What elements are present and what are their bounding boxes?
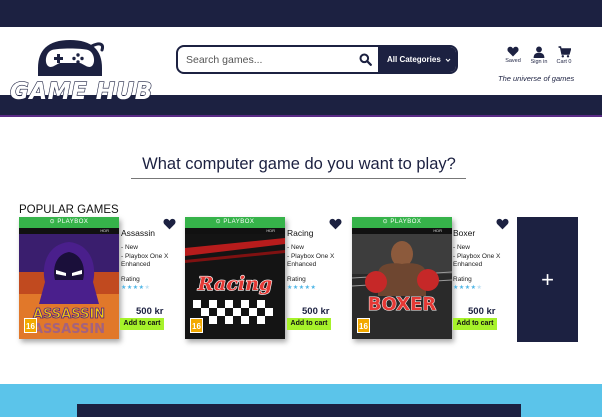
sign-in-button[interactable]: Sign in — [527, 46, 551, 65]
platform-banner: ⊙ PLAYBOX — [352, 217, 452, 228]
rating-stars: ★★★★★ — [453, 284, 483, 291]
search-button[interactable] — [352, 47, 378, 72]
cart-icon — [558, 46, 571, 58]
sign-in-label: Sign in — [530, 59, 548, 65]
platform-label: PLAYBOX — [57, 219, 89, 225]
tagline: The universe of games — [498, 74, 575, 83]
age-rating-badge: 16 — [24, 318, 37, 333]
logo-text: GAME HUB — [9, 78, 153, 105]
rating-label: Rating — [121, 275, 140, 283]
boxer-cover-title: BOXER — [368, 294, 437, 315]
chevron-down-icon — [445, 58, 451, 62]
rating-label: Rating — [453, 275, 472, 283]
game-detail: - Playbox One X — [287, 252, 335, 260]
game-cover-boxer[interactable]: ⊙ PLAYBOX HDR BOXER 16 — [352, 217, 452, 339]
category-select[interactable]: All Categories — [378, 47, 456, 72]
add-to-cart-button[interactable]: Add to cart — [287, 318, 331, 330]
search-bar: All Categories — [176, 45, 458, 74]
game-cover-assassin[interactable]: ⊙ PLAYBOX HDR ASSASSIN ASSASSIN 16 — [19, 217, 119, 339]
game-info-boxer: Boxer - New - Playbox One X Enhanced Rat… — [453, 228, 513, 291]
saved-button[interactable]: Saved — [501, 46, 525, 64]
section-title: POPULAR GAMES — [19, 204, 119, 216]
age-rating-badge: 16 — [357, 318, 370, 333]
game-detail: - New — [453, 244, 470, 251]
game-detail: Enhanced — [121, 261, 151, 268]
favorite-heart-icon[interactable] — [163, 218, 176, 230]
game-detail: - New — [121, 244, 138, 251]
user-icon — [533, 46, 545, 58]
top-bar — [0, 0, 602, 27]
search-input[interactable] — [178, 47, 352, 72]
game-detail: - New — [287, 244, 304, 251]
game-info-racing: Racing - New - Playbox One X Enhanced Ra… — [287, 228, 347, 291]
rating-stars: ★★★★★ — [121, 284, 151, 291]
game-info-assassin: Assassin - New - Playbox One X Enhanced … — [121, 228, 181, 291]
game-price: 500 kr — [136, 306, 164, 317]
add-to-cart-button[interactable]: Add to cart — [120, 318, 164, 330]
show-more-button[interactable]: + — [517, 217, 578, 342]
platform-banner: ⊙ PLAYBOX — [19, 217, 119, 228]
assassin-cover-title: ASSASSIN — [33, 307, 105, 322]
assassin-cover-shadow: ASSASSIN — [33, 322, 105, 337]
game-price: 500 kr — [468, 306, 496, 317]
cart-button[interactable]: Cart 0 — [552, 46, 576, 65]
heart-icon — [507, 46, 519, 57]
platform-label: PLAYBOX — [223, 219, 255, 225]
search-icon — [359, 53, 372, 66]
divider — [131, 178, 466, 179]
footer-panel — [77, 404, 521, 417]
game-detail: Enhanced — [453, 261, 483, 268]
platform-banner: ⊙ PLAYBOX — [185, 217, 285, 228]
saved-label: Saved — [505, 58, 521, 64]
page-question: What computer game do you want to play? — [142, 155, 456, 173]
favorite-heart-icon[interactable] — [329, 218, 342, 230]
cart-label: Cart 0 — [556, 59, 572, 65]
category-select-label: All Categories — [387, 55, 441, 64]
age-rating-badge: 16 — [190, 318, 203, 333]
game-detail: - Playbox One X — [121, 252, 169, 260]
racing-cover-title: Racing — [197, 273, 272, 295]
favorite-heart-icon[interactable] — [496, 218, 509, 230]
platform-label: PLAYBOX — [390, 219, 422, 225]
game-cover-racing[interactable]: ⊙ PLAYBOX HDR Racing 16 — [185, 217, 285, 339]
rating-label: Rating — [287, 275, 306, 283]
game-price: 500 kr — [302, 306, 330, 317]
game-detail: Enhanced — [287, 261, 317, 268]
rating-stars: ★★★★★ — [287, 284, 317, 291]
add-to-cart-button[interactable]: Add to cart — [453, 318, 497, 330]
plus-icon: + — [541, 266, 554, 292]
game-detail: - Playbox One X — [453, 252, 501, 260]
